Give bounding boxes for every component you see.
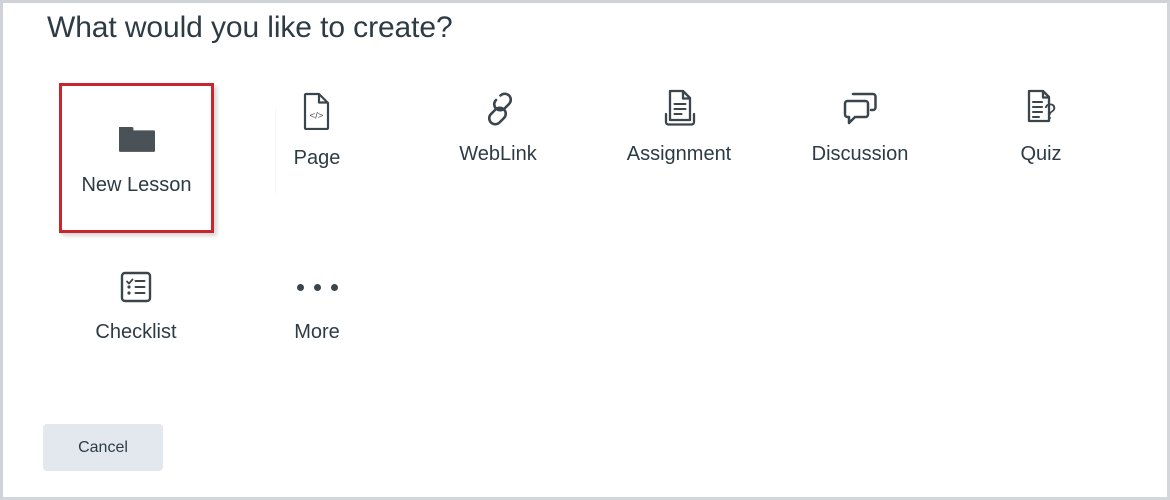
option-label: Checklist bbox=[95, 319, 176, 345]
code-page-icon: </> bbox=[302, 83, 332, 139]
option-label: Assignment bbox=[627, 141, 732, 167]
option-more[interactable]: More bbox=[239, 261, 395, 345]
option-label: More bbox=[294, 319, 340, 345]
option-checklist[interactable]: Checklist bbox=[58, 261, 214, 345]
link-icon bbox=[477, 83, 519, 135]
option-assignment[interactable]: Assignment bbox=[601, 83, 757, 167]
folder-icon bbox=[117, 114, 157, 166]
cancel-button[interactable]: Cancel bbox=[43, 424, 163, 471]
page-title: What would you like to create? bbox=[47, 11, 453, 45]
option-label: Page bbox=[294, 145, 341, 171]
option-label: Quiz bbox=[1020, 141, 1061, 167]
svg-text:</>: </> bbox=[310, 111, 324, 122]
option-discussion[interactable]: Discussion bbox=[782, 83, 938, 167]
option-label: WebLink bbox=[459, 141, 536, 167]
quiz-icon: ? bbox=[1022, 83, 1060, 135]
option-new-lesson[interactable]: New Lesson bbox=[59, 83, 214, 233]
option-label: Discussion bbox=[812, 141, 909, 167]
checklist-icon bbox=[119, 261, 153, 313]
option-page[interactable]: </> Page bbox=[239, 83, 395, 171]
assignment-icon bbox=[661, 83, 697, 135]
option-weblink[interactable]: WebLink bbox=[420, 83, 576, 167]
discussion-icon bbox=[839, 83, 881, 135]
svg-text:?: ? bbox=[1044, 99, 1056, 124]
ellipsis-icon bbox=[297, 261, 338, 313]
option-quiz[interactable]: ? Quiz bbox=[963, 83, 1119, 167]
create-content-dialog: What would you like to create? New Lesso… bbox=[0, 0, 1170, 500]
option-label: New Lesson bbox=[81, 172, 191, 198]
